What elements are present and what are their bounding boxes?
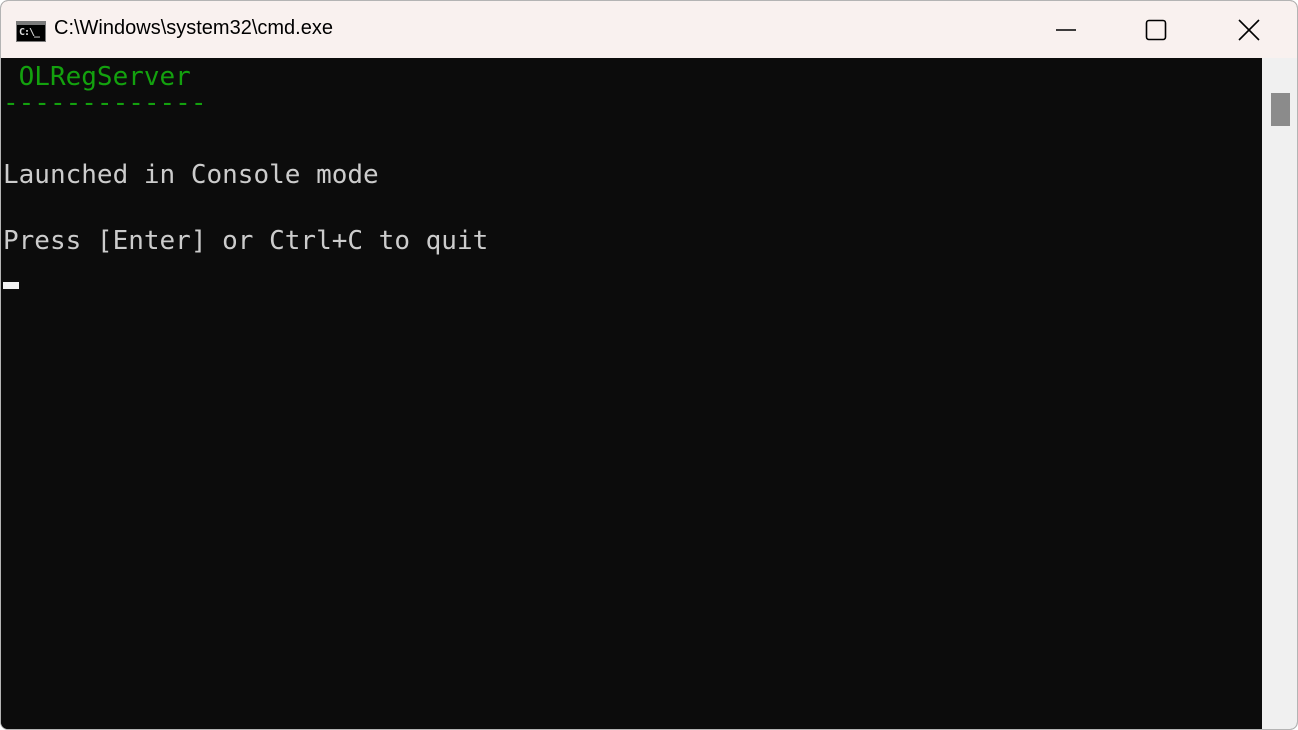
- title-bar[interactable]: C:\_ C:\Windows\system32\cmd.exe: [1, 1, 1297, 58]
- close-button[interactable]: [1204, 1, 1294, 58]
- console-line-press-enter: Press [Enter] or Ctrl+C to quit: [3, 226, 489, 256]
- cmd-icon-bar: [17, 22, 45, 25]
- minimize-icon: [1056, 28, 1076, 31]
- cmd-icon-text: C:\_: [19, 27, 40, 38]
- vertical-scrollbar[interactable]: [1262, 58, 1297, 729]
- console-line-separator: -------------: [3, 88, 207, 118]
- text-cursor: [3, 282, 19, 289]
- window-title: C:\Windows\system32\cmd.exe: [54, 17, 333, 39]
- console-output[interactable]: OLRegServer ------------- Launched in Co…: [1, 58, 1262, 729]
- maximize-icon: [1145, 19, 1167, 40]
- console-line-launched: Launched in Console mode: [3, 160, 379, 190]
- scrollbar-thumb[interactable]: [1271, 93, 1290, 126]
- cmd-window: C:\_ C:\Windows\system32\cmd.exe OLRegSe…: [0, 0, 1298, 730]
- maximize-button[interactable]: [1111, 1, 1201, 58]
- cmd-icon: C:\_: [16, 21, 46, 42]
- close-icon: [1238, 18, 1260, 41]
- minimize-button[interactable]: [1021, 1, 1111, 58]
